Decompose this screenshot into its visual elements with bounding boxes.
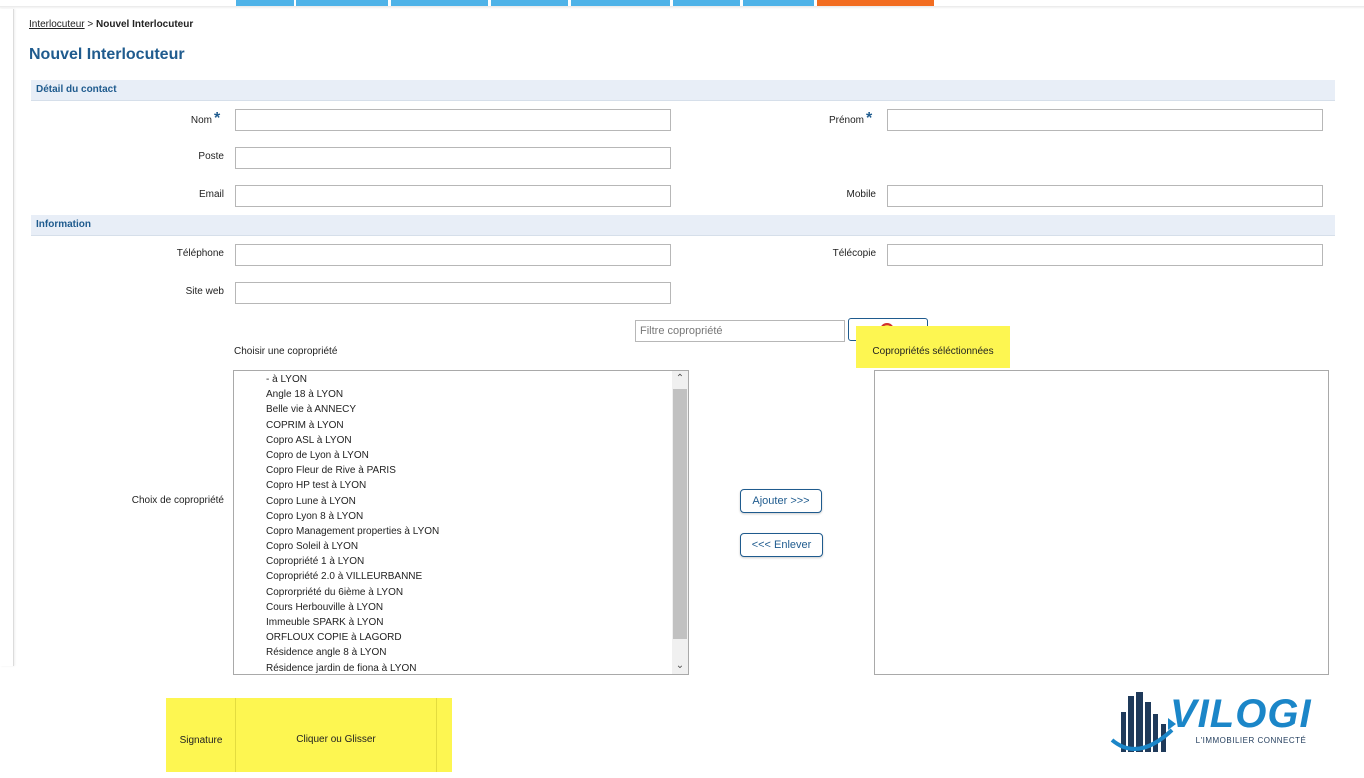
- copro-option[interactable]: Immeuble SPARK à LYON: [266, 615, 439, 630]
- telecopie-label: Télécopie: [832, 248, 876, 259]
- scroll-thumb[interactable]: [673, 389, 687, 639]
- site-web-label: Site web: [185, 286, 224, 297]
- telecopie-field[interactable]: [887, 244, 1323, 266]
- remove-copro-button[interactable]: <<< Enlever: [740, 533, 823, 557]
- signature-dropzone[interactable]: Cliquer ou Glisser: [236, 734, 436, 745]
- copro-option[interactable]: Angle 18 à LYON: [266, 387, 439, 402]
- nom-field[interactable]: [235, 109, 671, 131]
- breadcrumb-current: Nouvel Interlocuteur: [96, 19, 194, 30]
- copro-option[interactable]: Copro Soleil à LYON: [266, 539, 439, 554]
- copro-option[interactable]: Coprorpriété du 6ième à LYON: [266, 585, 439, 600]
- top-nav: [0, 0, 1364, 9]
- copro-option[interactable]: ORFLOUX COPIE à LAGORD: [266, 630, 439, 645]
- breadcrumb-separator: >: [87, 19, 94, 30]
- copro-option[interactable]: Copropriété 2.0 à VILLEURBANNE: [266, 569, 439, 584]
- copro-option[interactable]: - à LYON: [266, 372, 439, 387]
- telephone-label: Téléphone: [176, 248, 224, 259]
- telephone-field[interactable]: [235, 244, 671, 266]
- copro-option[interactable]: Copro Fleur de Rive à PARIS: [266, 463, 439, 478]
- copro-option[interactable]: COPRIM à LYON: [266, 418, 439, 433]
- nom-label: Nom: [190, 115, 212, 126]
- prenom-field[interactable]: [887, 109, 1323, 131]
- selected-copros-label: Copropriétés séléctionnées: [872, 346, 994, 357]
- site-web-field[interactable]: [235, 282, 671, 304]
- left-panel-edge: [0, 9, 14, 666]
- copro-option[interactable]: Copro Management properties à LYON: [266, 524, 439, 539]
- nav-shadow: [0, 6, 1364, 9]
- list-scrollbar[interactable]: ⌃ ⌄: [672, 371, 688, 674]
- mobile-field[interactable]: [887, 185, 1323, 207]
- poste-label: Poste: [198, 151, 224, 162]
- breadcrumb: Interlocuteur > Nouvel Interlocuteur: [29, 19, 193, 30]
- email-field[interactable]: [235, 185, 671, 207]
- signature-label: Signature: [179, 735, 223, 746]
- copro-option[interactable]: Cours Herbouville à LYON: [266, 600, 439, 615]
- copro-option[interactable]: Copropriété 1 à LYON: [266, 554, 439, 569]
- copro-options: - à LYON Angle 18 à LYON Belle vie à ANNEC…: [266, 372, 439, 674]
- signature-zone: Signature Cliquer ou Glisser: [166, 698, 452, 772]
- scroll-down-icon[interactable]: ⌄: [672, 658, 688, 674]
- mobile-label: Mobile: [846, 189, 876, 200]
- copro-option[interactable]: Copro HP test à LYON: [266, 478, 439, 493]
- copro-option[interactable]: Copro Lyon 8 à LYON: [266, 509, 439, 524]
- logo-name: VILOGI: [1170, 692, 1312, 736]
- vilogi-logo: VILOGI L'IMMOBILIER CONNECTÉ: [1108, 690, 1330, 758]
- prenom-label: Prénom: [828, 115, 864, 126]
- logo-tagline: L'IMMOBILIER CONNECTÉ: [1195, 736, 1307, 745]
- email-label: Email: [198, 189, 224, 200]
- scroll-up-icon[interactable]: ⌃: [672, 371, 688, 387]
- page-title: Nouvel Interlocuteur: [29, 46, 185, 63]
- poste-field[interactable]: [235, 147, 671, 169]
- breadcrumb-link-interlocuteur[interactable]: Interlocuteur: [29, 19, 85, 30]
- available-copros-list[interactable]: - à LYON Angle 18 à LYON Belle vie à ANNEC…: [233, 370, 689, 675]
- copro-option[interactable]: Copro ASL à LYON: [266, 433, 439, 448]
- copro-option[interactable]: Belle vie à ANNECY: [266, 402, 439, 417]
- copro-option[interactable]: Copro Lune à LYON: [266, 494, 439, 509]
- section-information-header: Information: [31, 215, 1335, 236]
- prenom-required-mark: *: [866, 110, 873, 127]
- copro-choice-label: Choix de copropriété: [131, 495, 224, 506]
- copro-option[interactable]: Copro de Lyon à LYON: [266, 448, 439, 463]
- copro-option[interactable]: Résidence jardin de fiona à LYON: [266, 661, 439, 674]
- add-copro-button[interactable]: Ajouter >>>: [740, 489, 822, 513]
- choose-copro-label: Choisir une copropriété: [234, 346, 338, 357]
- nom-required-mark: *: [214, 110, 221, 127]
- signature-divider-right: [436, 698, 437, 772]
- copro-filter-input[interactable]: [635, 320, 845, 342]
- section-contact-header: Détail du contact: [31, 80, 1335, 101]
- copro-option[interactable]: Résidence angle 8 à LYON: [266, 645, 439, 660]
- selected-copros-list[interactable]: [874, 370, 1329, 675]
